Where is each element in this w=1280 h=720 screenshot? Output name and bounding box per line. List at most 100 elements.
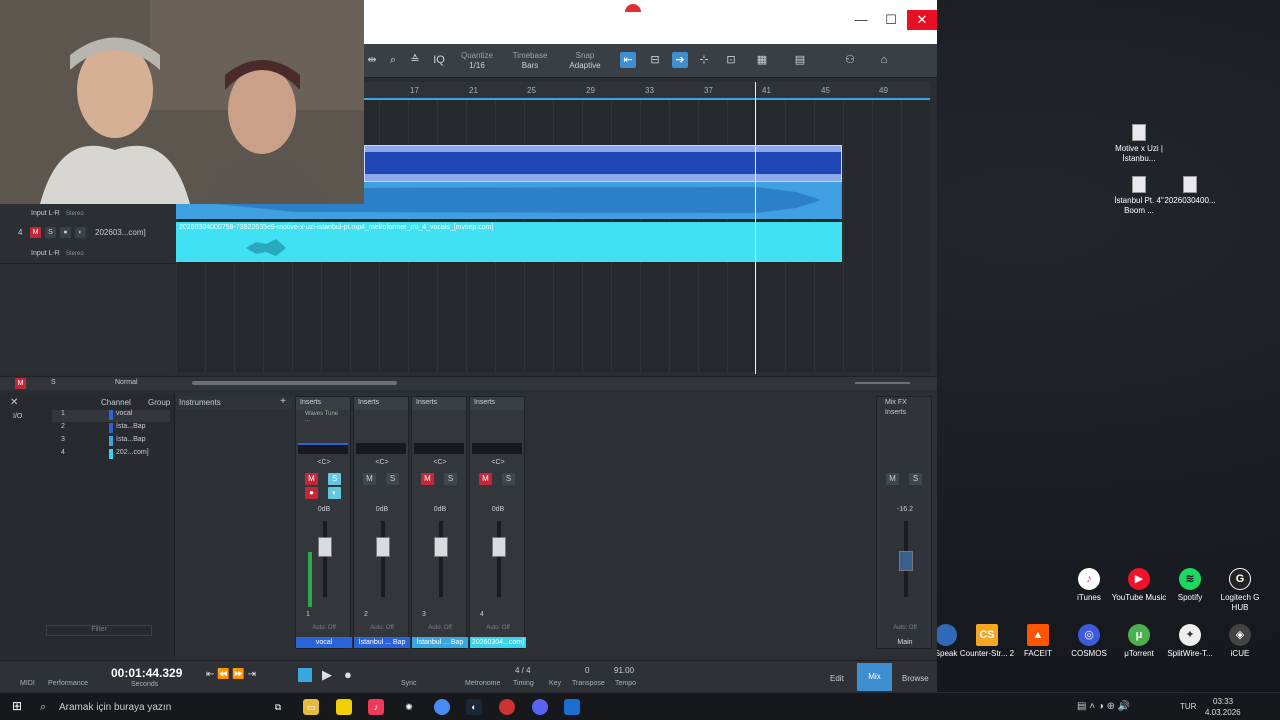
desktop-file-icon[interactable]: 2026030400... (1162, 176, 1218, 206)
inserts-button[interactable]: Inserts (470, 397, 524, 410)
zoom-icon[interactable]: ⌕ (385, 52, 401, 68)
faceit-icon[interactable]: ▲ FACEIT (1010, 624, 1066, 659)
metronome-button[interactable]: Metronome (465, 680, 500, 687)
automation-mode[interactable]: Auto: Off (877, 625, 933, 631)
mix-button[interactable]: Mix (857, 663, 892, 691)
logitech-icon[interactable]: G Logitech G HUB (1212, 568, 1268, 613)
stop-button[interactable]: ● (344, 667, 352, 682)
playhead[interactable] (755, 82, 756, 374)
clock-time[interactable]: 03:33 (1213, 697, 1233, 706)
track-name[interactable]: 202603...com] (95, 228, 146, 237)
snap-toggle-icon[interactable]: ⇤ (620, 52, 636, 68)
youtube-music-icon[interactable]: ▶ YouTube Music (1111, 568, 1167, 603)
icue-icon[interactable]: ◈ iCUE (1212, 624, 1268, 659)
chatgpt-icon[interactable]: ✺ (401, 699, 417, 715)
monitor-button[interactable]: ◐ (328, 487, 341, 499)
insert-slot[interactable]: Waves Tune ... (296, 410, 350, 424)
desktop-file-icon[interactable]: Motive x Uzi | İstanbu... (1111, 124, 1167, 164)
ripple-icon[interactable]: ⊟ (647, 52, 663, 68)
solo-button[interactable]: S (909, 473, 922, 485)
solo-button[interactable]: S (328, 473, 341, 485)
solo-button[interactable]: S (45, 227, 56, 238)
play-button[interactable]: ▶ (322, 667, 332, 683)
music-app-icon[interactable]: ♪ (368, 699, 384, 715)
iq-icon[interactable]: IQ (431, 52, 447, 68)
global-mute-button[interactable]: M (15, 378, 26, 389)
channel-name[interactable]: İstanbul ... Bap (354, 637, 410, 648)
steam-icon[interactable]: ◐ (466, 699, 482, 715)
solo-button[interactable]: S (386, 473, 399, 485)
zoom-slider[interactable] (855, 382, 910, 384)
automation-mode[interactable]: Auto: Off (470, 625, 526, 631)
pan-knob[interactable]: <C> (354, 459, 410, 466)
spotify-icon[interactable]: ≋ Spotify (1162, 568, 1218, 603)
counter-strike-icon[interactable]: CS Counter-Str... 2 (959, 624, 1015, 659)
vocal-clip[interactable]: 20260304000758-73922635e9-motive-x-uzi-i… (176, 222, 842, 262)
channel-name[interactable]: İstanbul ... Bap (412, 637, 468, 648)
monitor-button[interactable]: ◐ (75, 227, 86, 238)
track-header[interactable]: 4 M S ● ◐ 202603...com] Input L-R Stereo (0, 224, 175, 264)
mix-fx-button[interactable]: Mix FX (877, 397, 931, 408)
user-icon[interactable]: ⚇ (842, 52, 858, 68)
layout-icon[interactable]: ▤ (792, 52, 808, 68)
volume-fader[interactable] (492, 521, 506, 597)
time-format[interactable]: Seconds (131, 681, 158, 688)
app-icon[interactable] (499, 699, 515, 715)
tempo-value[interactable]: 91.00 (614, 666, 634, 675)
volume-fader[interactable] (376, 521, 390, 597)
automation-mode[interactable]: Auto: Off (296, 625, 352, 631)
pan-knob[interactable]: <C> (470, 459, 526, 466)
automation-mode[interactable]: Auto: Off (354, 625, 410, 631)
volume-fader[interactable] (434, 521, 448, 597)
record-arm-button[interactable]: ● (60, 227, 71, 238)
splitwire-icon[interactable]: ✦ SplitWire-T... (1162, 624, 1218, 659)
grid-icon[interactable]: ▦ (754, 52, 770, 68)
mute-tool-icon[interactable]: ≙ (407, 52, 423, 68)
close-button[interactable]: ✕ (907, 10, 937, 30)
list-item[interactable]: 4 202...com] (52, 449, 170, 461)
quantize[interactable]: Quantize 1/16 (458, 51, 496, 71)
maximize-button[interactable]: ☐ (876, 10, 906, 30)
split-tool-icon[interactable]: ⇹ (364, 52, 380, 68)
inserts-button[interactable]: Inserts (296, 397, 350, 410)
task-view-icon[interactable]: ⧉ (270, 699, 286, 715)
list-item[interactable]: 3 İsta...Bap (52, 436, 170, 448)
inserts-button[interactable]: Inserts (877, 408, 931, 417)
cosmos-icon[interactable]: ◎ COSMOS (1061, 624, 1117, 659)
sticky-icon[interactable] (336, 699, 352, 715)
sync-button[interactable]: Sync (401, 680, 417, 687)
browse-button[interactable]: Browse (902, 674, 929, 683)
inserts-button[interactable]: Inserts (354, 397, 408, 410)
solo-button[interactable]: S (502, 473, 515, 485)
discord-icon[interactable] (532, 699, 548, 715)
studio-one-icon[interactable] (564, 699, 580, 715)
search-box[interactable]: Aramak için buraya yazın (59, 702, 171, 713)
mute-button[interactable]: M (886, 473, 899, 485)
utorrent-icon[interactable]: μ μTorrent (1111, 624, 1167, 659)
timeline-ruler[interactable]: 17 21 25 29 33 37 41 45 49 (364, 82, 930, 100)
global-solo-button[interactable]: S (51, 379, 56, 386)
mute-button[interactable]: M (479, 473, 492, 485)
transport-controls[interactable]: ⇤ ⏪ ⏩ ⇥ (206, 669, 256, 680)
home-icon[interactable]: ⌂ (876, 52, 892, 68)
windows-start-icon[interactable]: ⊞ (12, 699, 22, 713)
pan-knob[interactable]: <C> (412, 459, 468, 466)
performance-label[interactable]: Performance (48, 680, 88, 687)
minimize-button[interactable]: — (846, 10, 876, 30)
transpose-value[interactable]: 0 (585, 666, 589, 675)
autoscroll-icon[interactable]: ➔ (672, 52, 688, 68)
mute-button[interactable]: M (30, 227, 41, 238)
cursor-follow-icon[interactable]: ⊹ (696, 52, 712, 68)
mode-select[interactable]: Normal (115, 379, 138, 386)
volume-fader[interactable] (318, 521, 332, 597)
io-button[interactable]: I/O (13, 413, 22, 420)
language-indicator[interactable]: TUR (1180, 702, 1196, 711)
time-signature[interactable]: 4 / 4 (515, 666, 531, 675)
input-label[interactable]: Input L-R (31, 210, 60, 217)
list-item[interactable]: 2 İsta...Bap (52, 423, 170, 435)
track-header[interactable]: Input L-R Stereo (0, 204, 175, 224)
clock-date[interactable]: 4.03.2026 (1205, 708, 1241, 717)
file-explorer-icon[interactable]: ▭ (303, 699, 319, 715)
close-icon[interactable]: ✕ (10, 397, 18, 408)
main-fader[interactable] (899, 521, 913, 597)
